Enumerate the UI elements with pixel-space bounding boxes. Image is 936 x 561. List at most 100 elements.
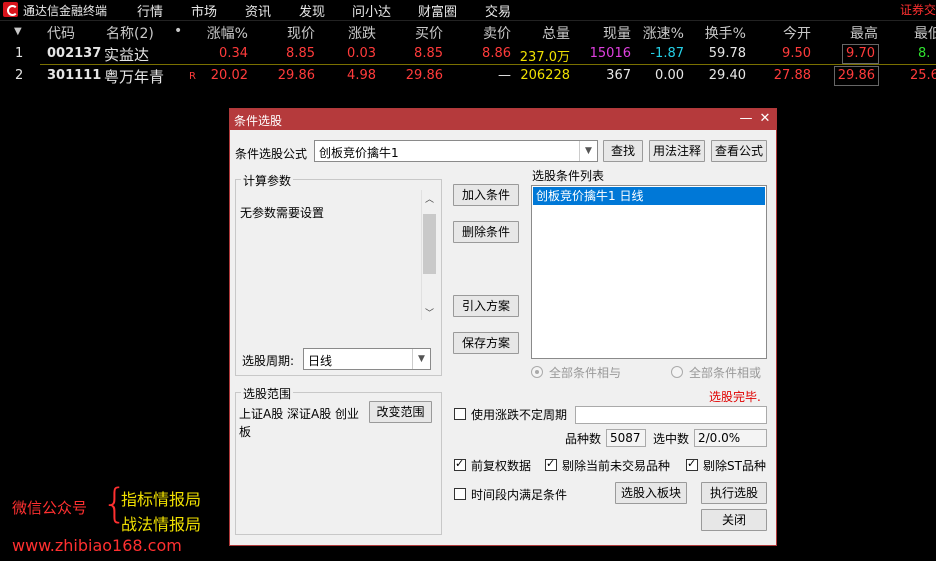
col-code[interactable]: 代码 [47, 23, 75, 43]
use-period-label: 使用涨跌不定周期 [471, 408, 568, 422]
stock-code: 002137 [47, 46, 102, 61]
col-price[interactable]: 现价 [287, 23, 315, 43]
period-input[interactable] [575, 406, 767, 424]
speed: 0.00 [655, 68, 684, 83]
exclude-st-checkbox[interactable] [686, 457, 698, 471]
selected-value: 2/0.0% [694, 429, 767, 447]
col-change[interactable]: 涨跌 [348, 23, 376, 43]
col-open[interactable]: 今开 [783, 23, 811, 43]
dialog-title: 条件选股 [234, 114, 283, 128]
time-range-checkbox[interactable] [454, 488, 466, 500]
menu-bar: 通达信金融终端 行情 市场 资讯 发现 问小达 财富圈 交易 证券交 [0, 0, 936, 21]
condition-list-label: 选股条件列表 [532, 169, 605, 183]
change-range-button[interactable]: 改变范围 [369, 401, 432, 423]
chevron-down-icon[interactable]: ▼ [412, 349, 430, 369]
sort-dropdown-icon[interactable]: ▼ [14, 26, 22, 37]
exclude-untraded-label: 剔除当前未交易品种 [562, 459, 671, 473]
add-to-block-button[interactable]: 选股入板块 [615, 482, 687, 504]
close-icon[interactable]: ✕ [756, 110, 774, 128]
scroll-down-icon[interactable]: ﹀ [422, 306, 437, 319]
menu-ask[interactable]: 问小达 [352, 1, 391, 20]
table-row[interactable]: 1 002137 实益达 0.34 8.85 0.03 8.85 8.86 23… [0, 44, 936, 66]
volume: 237.0万 [519, 50, 570, 65]
condition-list[interactable]: 创板竞价擒牛1 日线 [531, 185, 767, 359]
open: 9.50 [782, 46, 811, 61]
import-plan-button[interactable]: 引入方案 [453, 295, 519, 317]
delete-condition-button[interactable]: 删除条件 [453, 221, 519, 243]
margin-flag-badge: R [189, 71, 196, 82]
table-row[interactable]: 2 301111 粤万年青 R 20.02 29.86 4.98 29.86 —… [0, 66, 936, 88]
change-pct: 0.34 [219, 46, 248, 61]
run-selection-button[interactable]: 执行选股 [701, 482, 767, 504]
radio-and[interactable] [531, 366, 543, 378]
chevron-down-icon[interactable]: ▼ [579, 141, 597, 161]
find-button[interactable]: 查找 [603, 140, 643, 162]
period-value: 日线 [308, 354, 333, 368]
speed: -1.87 [650, 46, 684, 61]
stock-name: 实益达 [104, 46, 150, 64]
list-item[interactable]: 创板竞价擒牛1 日线 [533, 187, 765, 205]
stock-code: 301111 [47, 68, 102, 83]
forward-adjust-checkbox[interactable] [454, 457, 466, 471]
close-button[interactable]: 关闭 [701, 509, 767, 531]
formula-select[interactable]: 创板竞价擒牛1 ▼ [314, 140, 598, 162]
col-cur-vol[interactable]: 现量 [603, 23, 631, 43]
minimize-icon[interactable]: — [737, 110, 755, 128]
scroll-up-icon[interactable]: ︿ [422, 192, 437, 205]
formula-label: 条件选股公式 [235, 147, 308, 161]
selected-label: 选中数 [653, 432, 690, 446]
radio-or[interactable] [671, 366, 683, 378]
status-text: 选股完毕. [709, 390, 761, 404]
watermark-line2: 战法情报局 [121, 515, 202, 534]
params-group-title: 计算参数 [241, 172, 294, 189]
range-group: 选股范围 上证A股 深证A股 创业板 改变范围 [235, 385, 442, 535]
col-high[interactable]: 最高 [850, 23, 878, 43]
menu-news[interactable]: 资讯 [245, 1, 271, 20]
formula-value: 创板竞价擒牛1 [319, 146, 399, 160]
low: 25.6 [910, 68, 936, 83]
dialog-titlebar[interactable]: 条件选股 — ✕ [230, 109, 776, 130]
turnover: 59.78 [708, 46, 746, 61]
radio-or-label: 全部条件相或 [689, 366, 762, 380]
col-ask[interactable]: 卖价 [483, 23, 511, 43]
menu-quotes[interactable]: 行情 [137, 1, 163, 20]
add-condition-button[interactable]: 加入条件 [453, 184, 519, 206]
menu-wealth[interactable]: 财富圈 [418, 1, 457, 20]
price: 29.86 [277, 68, 315, 83]
col-turnover[interactable]: 换手% [705, 23, 746, 43]
col-name[interactable]: 名称(2) [106, 23, 154, 43]
high: 9.70 [842, 44, 879, 64]
save-plan-button[interactable]: 保存方案 [453, 332, 519, 354]
exclude-untraded-checkbox[interactable] [545, 457, 557, 471]
period-select[interactable]: 日线 ▼ [303, 348, 431, 370]
change-pct: 20.02 [210, 68, 248, 83]
low: 8. [918, 46, 931, 61]
range-text: 上证A股 深证A股 创业板 [239, 407, 360, 439]
menu-securities-link[interactable]: 证券交 [900, 1, 936, 18]
col-bid[interactable]: 买价 [415, 23, 443, 43]
params-scrollbar[interactable]: ︿ ﹀ [421, 190, 437, 320]
high: 29.86 [833, 66, 879, 86]
col-low[interactable]: 最低 [914, 23, 936, 43]
count-value: 5087 [606, 429, 646, 447]
view-formula-button[interactable]: 查看公式 [711, 140, 767, 162]
volume: 206228 [520, 68, 570, 83]
app-title: 通达信金融终端 [23, 4, 108, 18]
ask: 8.86 [482, 46, 511, 61]
menu-market[interactable]: 市场 [191, 1, 217, 20]
col-change-pct[interactable]: 涨幅% [207, 23, 248, 43]
scroll-thumb[interactable] [423, 214, 436, 274]
watermark-url: www.zhibiao168.com [12, 536, 182, 555]
menu-trade[interactable]: 交易 [485, 1, 511, 20]
col-volume[interactable]: 总量 [542, 23, 570, 43]
table-header: ▼ 代码 名称(2) • 涨幅% 现价 涨跌 买价 卖价 总量 现量 涨速% 换… [0, 22, 936, 44]
use-period-checkbox[interactable] [454, 408, 466, 420]
count-label: 品种数 [565, 432, 602, 446]
col-speed[interactable]: 涨速% [643, 23, 684, 43]
range-group-title: 选股范围 [241, 385, 294, 402]
usage-notes-button[interactable]: 用法注释 [649, 140, 705, 162]
forward-adjust-label: 前复权数据 [471, 459, 532, 473]
menu-discover[interactable]: 发现 [299, 1, 325, 20]
col-dot: • [174, 23, 183, 39]
params-group: 计算参数 无参数需要设置 ︿ ﹀ 选股周期: 日线 ▼ [235, 172, 442, 376]
